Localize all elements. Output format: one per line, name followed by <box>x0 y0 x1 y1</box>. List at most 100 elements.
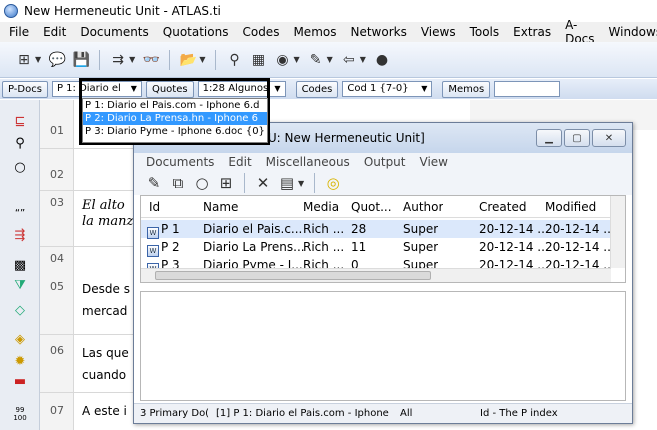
menu-quotations[interactable]: Quotations <box>156 25 236 39</box>
assign-icon[interactable]: ⊞ <box>218 174 234 192</box>
codes-combo[interactable]: Cod 1 {7-0} ▼ <box>342 81 433 97</box>
code-icon[interactable]: ⇶ <box>12 228 28 244</box>
memo-icon[interactable]: ◇ <box>12 303 28 319</box>
cooccurrence-icon[interactable]: ▦ <box>250 52 266 68</box>
pdocs-button[interactable]: P-Docs <box>2 80 48 98</box>
minimize-button[interactable]: ▁ <box>536 129 562 147</box>
dm-menu-output[interactable]: Output <box>364 155 420 169</box>
row-media: Rich ... <box>303 222 345 236</box>
filter-icon[interactable]: ⧩ <box>12 278 28 294</box>
table-row[interactable]: WP 3 Diario Pyme - I... Rich ... 0 Super… <box>141 256 611 268</box>
maximize-button[interactable]: ▢ <box>564 129 590 147</box>
menu-tools[interactable]: Tools <box>463 25 507 39</box>
vertical-scrollbar[interactable] <box>610 196 625 268</box>
table-row[interactable]: WP 2 Diario La Prens... Rich ... 11 Supe… <box>141 238 615 257</box>
horizontal-scrollbar[interactable] <box>141 268 611 282</box>
column-header-name[interactable]: Name <box>203 200 238 214</box>
settings-icon[interactable]: ✹ <box>12 354 28 370</box>
pdoc-link-icon[interactable]: ⊑ <box>12 114 28 130</box>
menu-memos[interactable]: Memos <box>286 25 343 39</box>
quote-icon[interactable]: “” <box>12 206 28 222</box>
column-header-media[interactable]: Media <box>303 200 339 214</box>
row-quotations: 11 <box>351 240 367 254</box>
binoculars-icon[interactable]: 👓 <box>143 52 160 68</box>
comment-icon[interactable]: ○ <box>12 160 28 176</box>
chevron-down-icon[interactable]: ▼ <box>293 55 299 64</box>
chevron-down-icon[interactable]: ▼ <box>199 55 205 64</box>
dm-menu-view[interactable]: View <box>420 155 462 169</box>
highlight-icon[interactable]: ◎ <box>325 174 341 192</box>
save-icon[interactable]: 💾 <box>72 52 89 68</box>
chevron-down-icon[interactable]: ▼ <box>274 82 280 96</box>
comment-icon[interactable]: ○ <box>194 174 210 192</box>
assign-documents-icon[interactable]: ⇉ <box>110 52 126 68</box>
row-created: 20-12-14 ... <box>479 222 549 236</box>
menu-edit[interactable]: Edit <box>36 25 73 39</box>
memos-button[interactable]: Memos <box>442 80 491 98</box>
row-modified: 20-12-14 ... <box>545 240 615 254</box>
quotes-button[interactable]: Quotes <box>145 80 194 98</box>
dm-menu-edit[interactable]: Edit <box>228 155 265 169</box>
memos-combo[interactable] <box>494 81 561 97</box>
dm-menu-documents[interactable]: Documents <box>146 155 228 169</box>
dropdown-option[interactable]: P 3: Diario Pyme - Iphone 6.doc {0} <box>83 125 267 138</box>
back-arrow-icon[interactable]: ⇦ <box>341 52 357 68</box>
document-manager-menu: Documents Edit Miscellaneous Output View <box>134 153 632 171</box>
view-icon[interactable]: ▤ <box>279 174 295 192</box>
document-line: cuando <box>82 368 127 382</box>
scrollbar-thumb[interactable] <box>155 271 431 280</box>
dm-menu-miscellaneous[interactable]: Miscellaneous <box>266 155 364 169</box>
codes-combo-value: Cod 1 {7-0} <box>347 83 409 94</box>
dropdown-option-selected[interactable]: P 2: Diario La Prensa.hn - Iphone 6 <box>83 112 267 125</box>
codes-button[interactable]: Codes <box>295 80 339 98</box>
column-header-quotations[interactable]: Quot... <box>351 200 392 214</box>
column-header-created[interactable]: Created <box>479 200 527 214</box>
add-document-icon[interactable]: ⊞ <box>16 52 32 68</box>
divider <box>40 246 140 247</box>
xml-export-icon[interactable]: ◉ <box>274 52 290 68</box>
query-tool-icon[interactable]: ⚲ <box>226 52 242 68</box>
menu-views[interactable]: Views <box>414 25 463 39</box>
menu-windows[interactable]: Windows <box>602 25 657 39</box>
row-media: Rich ... <box>303 240 345 254</box>
chevron-down-icon[interactable]: ▼ <box>131 82 137 96</box>
menu-networks[interactable]: Networks <box>343 25 413 39</box>
stop-icon[interactable]: ▬ <box>12 374 28 390</box>
network-icon[interactable]: ▩ <box>12 258 28 274</box>
document-line: A este i <box>82 404 127 418</box>
row-name: Diario La Prens... <box>203 240 305 254</box>
delete-icon[interactable]: ✕ <box>255 174 271 192</box>
chevron-down-icon[interactable]: ▼ <box>298 179 304 188</box>
table-row[interactable]: WP 1 Diario el Pais.c... Rich ... 28 Sup… <box>141 220 615 239</box>
row-id: WP 1 <box>147 222 180 239</box>
line-number: 04 <box>50 252 64 265</box>
search-icon[interactable]: ⚲ <box>12 136 28 152</box>
chevron-down-icon[interactable]: ▼ <box>35 55 41 64</box>
menu-documents[interactable]: Documents <box>73 25 155 39</box>
column-header-author[interactable]: Author <box>403 200 443 214</box>
new-document-icon[interactable]: ✎ <box>146 174 162 192</box>
comment-area[interactable] <box>140 291 626 401</box>
atlas-app-icon <box>4 4 18 18</box>
tools-icon[interactable]: ✎ <box>308 52 324 68</box>
chevron-down-icon[interactable]: ▼ <box>360 55 366 64</box>
quotes-combo[interactable]: 1:28 Algunos ▼ <box>197 81 286 97</box>
comment-icon[interactable]: 💬 <box>48 52 65 68</box>
menu-extras[interactable]: Extras <box>506 25 558 39</box>
menu-codes[interactable]: Codes <box>235 25 286 39</box>
zoom-percent-icon[interactable]: 99 100 <box>12 406 28 422</box>
dropdown-option[interactable]: P 1: Diario el Pais.com - Iphone 6.d <box>83 99 267 112</box>
row-modified: 20-12-14 ... <box>545 222 615 236</box>
copy-icon[interactable]: ⧉ <box>170 174 186 192</box>
chevron-down-icon[interactable]: ▼ <box>129 55 135 64</box>
close-button[interactable]: ✕ <box>592 129 626 147</box>
chevron-down-icon[interactable]: ▼ <box>327 55 333 64</box>
bomb-icon[interactable]: ● <box>374 52 390 68</box>
menu-file[interactable]: File <box>2 25 36 39</box>
column-header-modified[interactable]: Modified <box>545 200 596 214</box>
pdoc-combo[interactable]: P 1: Diario el ▼ <box>51 81 142 97</box>
column-header-id[interactable]: Id <box>149 200 160 214</box>
code-family-icon[interactable]: ◈ <box>12 332 28 348</box>
chevron-down-icon[interactable]: ▼ <box>421 82 427 96</box>
open-folder-icon[interactable]: 📂 <box>180 52 197 68</box>
